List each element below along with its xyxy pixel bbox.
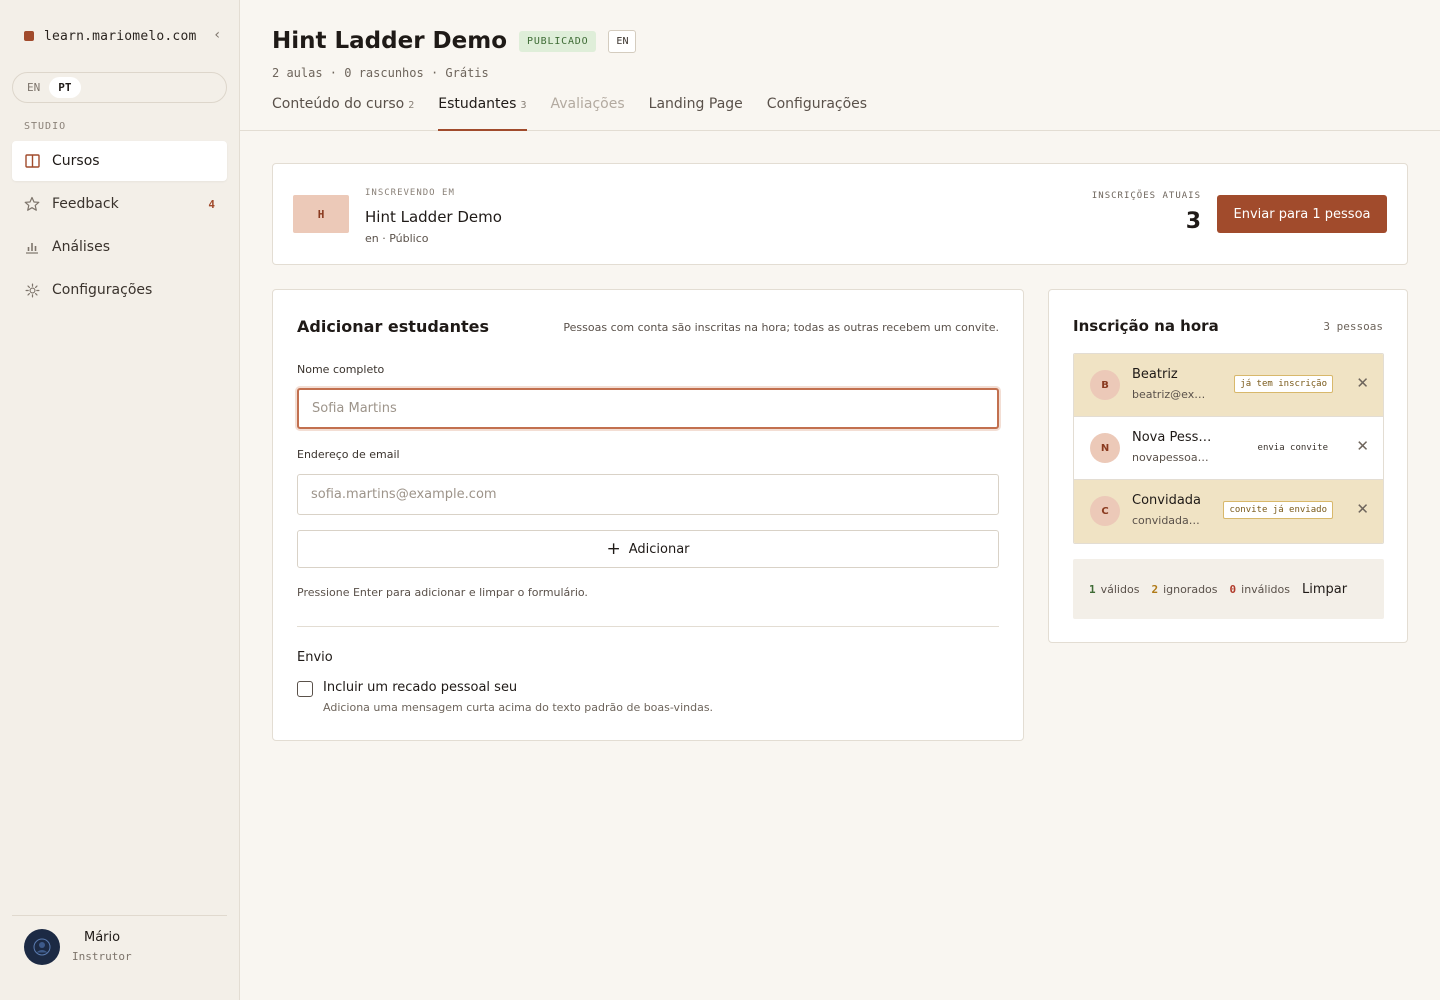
instant-enrollment-title: Inscrição na hora — [1073, 317, 1219, 335]
tab-count: 3 — [520, 100, 527, 111]
student-email: convidada@example.com — [1132, 514, 1210, 527]
student-name: Convidada — [1132, 493, 1202, 508]
course-tabs: Conteúdo do curso 2 Estudantes 3 Avaliaçõe… — [272, 96, 891, 131]
tab-label: Configurações — [766, 96, 868, 112]
book-icon — [24, 153, 40, 169]
name-field[interactable] — [297, 388, 999, 429]
tab-configuracoes[interactable]: Configurações — [767, 96, 867, 131]
status-badge: envia convite — [1257, 443, 1328, 453]
invalid-label: inválidos — [1241, 582, 1290, 596]
tab-label: Landing Page — [648, 96, 743, 112]
sidebar: learn.mariomelo.com ‹ EN PT STUDIO Curso… — [0, 0, 240, 1000]
enrolling-label: INSCREVENDO EM — [365, 188, 455, 198]
star-icon — [24, 196, 40, 212]
valid-label: válidos — [1100, 582, 1140, 596]
user-profile[interactable]: Mário Instrutor — [12, 915, 227, 965]
close-icon[interactable]: ✕ — [1356, 374, 1369, 392]
tab-count: 2 — [408, 100, 415, 111]
sidebar-item-label: Feedback — [52, 196, 119, 212]
current-enrollments-label: INSCRIÇÕES ATUAIS — [1091, 191, 1201, 201]
status-badge: convite já enviado — [1223, 501, 1333, 519]
list-item: C Convidada convidada@example.com convit… — [1074, 480, 1383, 543]
gear-icon — [24, 282, 40, 298]
avatar — [24, 929, 60, 965]
email-field-label: Endereço de email — [297, 448, 400, 461]
personal-note-description: Adiciona uma mensagem curta acima do tex… — [323, 701, 714, 714]
avatar: B — [1090, 370, 1120, 400]
list-item: B Beatriz beatriz@example.com já tem ins… — [1074, 354, 1383, 417]
course-header: Hint Ladder Demo PUBLICADO EN 2 aulas · … — [240, 0, 1440, 131]
instant-enrollment-count: 3 pessoas — [1323, 320, 1383, 333]
pending-students-list: B Beatriz beatriz@example.com já tem ins… — [1073, 353, 1384, 544]
add-students-hint: Pessoas com conta são inscritas na hora;… — [563, 321, 999, 334]
enter-hint: Pressione Enter para adicionar e limpar … — [297, 586, 588, 599]
invalid-count: 0 — [1229, 582, 1237, 596]
sidebar-item-label: Análises — [52, 239, 111, 255]
send-section-title: Envio — [297, 650, 333, 665]
lang-option-en[interactable]: EN — [18, 77, 49, 98]
personal-note-checkbox[interactable] — [297, 681, 313, 697]
send-invites-button[interactable]: Enviar para 1 pessoa — [1217, 195, 1387, 233]
email-field[interactable] — [297, 474, 999, 515]
sidebar-item-analises[interactable]: Análises — [12, 227, 227, 267]
course-meta: 2 aulas · 0 rascunhos · Grátis — [272, 66, 489, 80]
clear-button[interactable]: Limpar — [1302, 582, 1347, 597]
add-student-button-label: Adicionar — [628, 541, 690, 557]
site-name: learn.mariomelo.com — [44, 28, 197, 44]
lang-option-pt[interactable]: PT — [49, 77, 81, 98]
divider — [297, 626, 999, 627]
student-name: Nova Pessoa — [1132, 430, 1212, 445]
user-role: Instrutor — [72, 950, 132, 963]
tab-landing-page[interactable]: Landing Page — [649, 96, 743, 131]
enrolling-course-title: Hint Ladder Demo — [365, 208, 502, 226]
plus-icon: + — [606, 538, 621, 559]
sidebar-item-cursos[interactable]: Cursos — [12, 141, 227, 181]
list-item: N Nova Pessoa novapessoa@example.com env… — [1074, 417, 1383, 480]
tab-avaliacoes[interactable]: Avaliações — [551, 96, 625, 131]
status-badge: já tem inscrição — [1234, 375, 1333, 393]
page-title: Hint Ladder Demo — [272, 28, 508, 54]
language-badge: EN — [608, 29, 637, 53]
sidebar-item-label: Cursos — [52, 153, 100, 169]
feedback-count-badge: 4 — [208, 197, 215, 211]
current-enrollments-count: 3 — [1185, 209, 1201, 234]
tab-estudantes[interactable]: Estudantes 3 — [438, 96, 527, 131]
validation-summary: 1 válidos 2 ignorados 0 inválidos Limpar — [1073, 559, 1384, 619]
sidebar-section-label: STUDIO — [24, 121, 67, 132]
chevron-left-icon[interactable]: ‹ — [214, 27, 220, 43]
student-email: novapessoa@example.com — [1132, 451, 1210, 464]
avatar: C — [1090, 496, 1120, 526]
language-toggle: EN PT — [12, 72, 227, 103]
sidebar-nav: Cursos Feedback 4 Análises Configurações — [12, 141, 227, 313]
close-icon[interactable]: ✕ — [1356, 437, 1369, 455]
close-icon[interactable]: ✕ — [1356, 500, 1369, 518]
add-student-button[interactable]: + Adicionar — [297, 530, 999, 568]
enrolling-course-meta: en · Público — [365, 232, 429, 245]
student-email: beatriz@example.com — [1132, 388, 1210, 401]
sidebar-item-label: Configurações — [52, 282, 153, 298]
sidebar-item-feedback[interactable]: Feedback 4 — [12, 184, 227, 224]
tab-label: Estudantes — [438, 96, 517, 112]
name-field-label: Nome completo — [297, 363, 385, 376]
add-students-card: Adicionar estudantes Pessoas com conta s… — [272, 289, 1024, 741]
sidebar-item-configuracoes[interactable]: Configurações — [12, 270, 227, 310]
ignored-label: ignorados — [1163, 582, 1218, 596]
tab-conteudo[interactable]: Conteúdo do curso 2 — [272, 96, 414, 131]
ignored-count: 2 — [1151, 582, 1159, 596]
instant-enrollment-card: Inscrição na hora 3 pessoas B Beatriz be… — [1048, 289, 1408, 643]
personal-note-label[interactable]: Incluir um recado pessoal seu — [323, 680, 517, 695]
avatar: N — [1090, 433, 1120, 463]
tab-label: Avaliações — [550, 96, 625, 112]
add-students-title: Adicionar estudantes — [297, 317, 490, 336]
status-badge: PUBLICADO — [519, 30, 597, 52]
site-color-dot — [24, 31, 34, 41]
site-switcher[interactable]: learn.mariomelo.com ‹ — [24, 26, 224, 46]
course-thumbnail: H — [293, 195, 349, 233]
user-name: Mário — [84, 930, 121, 945]
enrolling-course-card: H INSCREVENDO EM Hint Ladder Demo en · P… — [272, 163, 1408, 265]
valid-count: 1 — [1089, 582, 1096, 596]
student-name: Beatriz — [1132, 367, 1178, 382]
bar-chart-icon — [24, 239, 40, 255]
tab-label: Conteúdo do curso — [272, 96, 405, 112]
